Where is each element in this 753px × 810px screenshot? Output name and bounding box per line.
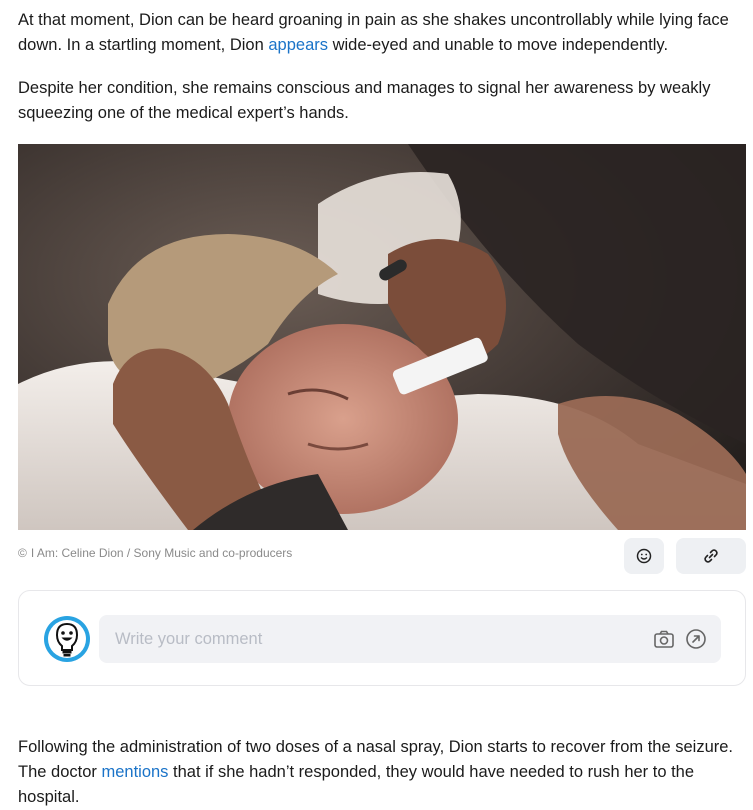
photo-credit-text: I Am: Celine Dion / Sony Music and co-pr… bbox=[30, 546, 293, 560]
link-icon bbox=[704, 549, 718, 563]
camera-icon bbox=[654, 630, 674, 648]
mentions-link[interactable]: mentions bbox=[101, 763, 168, 781]
paragraph-text: wide-eyed and unable to move independent… bbox=[328, 36, 669, 54]
camera-button[interactable] bbox=[653, 628, 675, 650]
copy-link-button[interactable] bbox=[676, 538, 746, 574]
comment-input-wrapper bbox=[99, 615, 721, 663]
appears-link[interactable]: appears bbox=[268, 36, 328, 54]
article-paragraph-1: At that moment, Dion can be heard groani… bbox=[18, 8, 748, 58]
photo-credit: © I Am: Celine Dion / Sony Music and co-p… bbox=[18, 546, 292, 560]
copyright-icon: © bbox=[18, 546, 27, 560]
reaction-button[interactable] bbox=[624, 538, 664, 574]
article-photo bbox=[18, 144, 746, 530]
photo-image bbox=[18, 144, 746, 530]
lightbulb-smiley-icon bbox=[44, 616, 90, 662]
comment-box bbox=[18, 590, 746, 686]
submit-comment-button[interactable] bbox=[685, 628, 707, 650]
article-paragraph-2: Despite her condition, she remains consc… bbox=[18, 79, 711, 122]
comment-input[interactable] bbox=[113, 628, 643, 650]
arrow-up-right-circle-icon bbox=[686, 629, 706, 649]
avatar bbox=[43, 615, 91, 663]
article-paragraph-3: Following the administration of two dose… bbox=[18, 735, 748, 810]
smiley-icon bbox=[636, 548, 652, 564]
